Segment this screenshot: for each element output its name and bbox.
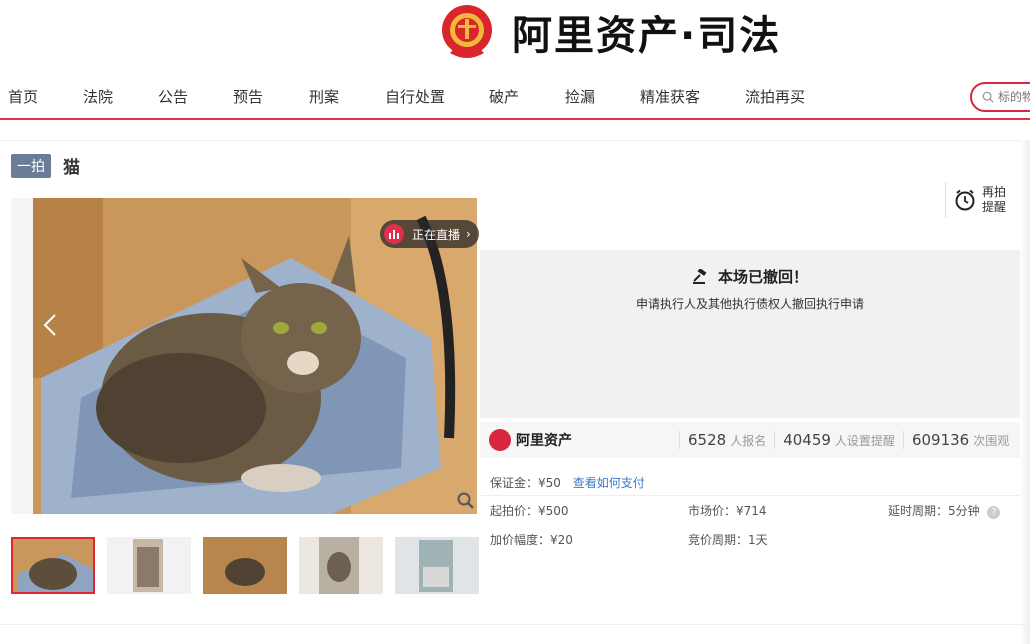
views-count: 609136 (911, 431, 970, 449)
signups-count: 6528 (688, 431, 727, 449)
thumbnail-strip (11, 537, 479, 594)
nav-item-bargain[interactable]: 捡漏 (565, 86, 595, 107)
live-icon (384, 224, 404, 244)
status-subtitle: 申请执行人及其他执行债权人撤回执行申请 (635, 297, 864, 311)
thumbnail-2[interactable] (107, 537, 191, 594)
search-box[interactable] (970, 82, 1030, 112)
alarm-clock-icon (955, 189, 975, 211)
brand-name: 阿里资产 (516, 433, 572, 449)
divider (0, 140, 1030, 141)
chevron-right-icon: › (466, 227, 471, 241)
court-emblem-icon (442, 5, 492, 58)
search-input[interactable] (998, 90, 1030, 104)
stat-signups: 6528 人报名 (679, 431, 774, 449)
market-price: 市场价：¥714 (688, 504, 767, 518)
site-logo[interactable]: 阿里资产·司法 (440, 0, 781, 64)
brand-icon (489, 429, 511, 451)
nav-item-criminal[interactable]: 刑案 (309, 86, 339, 107)
live-badge[interactable]: 正在直播 › (380, 220, 479, 248)
thumbnail-4[interactable] (299, 537, 383, 594)
delay-period: 延时周期：5分钟 (888, 504, 980, 518)
divider (480, 495, 1020, 496)
round-tag: 一拍 (11, 153, 51, 178)
zoom-icon[interactable] (457, 492, 475, 510)
search-icon (982, 91, 994, 103)
divider (0, 624, 1030, 625)
item-header: 一拍 猫 (11, 153, 80, 178)
nav-item-court[interactable]: 法院 (83, 86, 113, 107)
prev-image-button[interactable] (30, 300, 70, 350)
signups-label: 人报名 (730, 434, 767, 448)
stat-views: 609136 次围观 (902, 431, 1017, 449)
scroll-edge (1020, 140, 1030, 644)
chevron-left-icon (43, 314, 56, 336)
bid-period: 竞价周期：1天 (688, 533, 768, 547)
logo-text: 阿里资产·司法 (512, 13, 782, 59)
thumbnail-3[interactable] (203, 537, 287, 594)
item-title: 猫 (63, 158, 80, 178)
stat-reminders: 40459 人设置提醒 (774, 431, 903, 449)
start-price: 起拍价：¥500 (490, 504, 569, 518)
nav-item-home[interactable]: 首页 (8, 86, 38, 107)
reminders-count: 40459 (783, 431, 831, 449)
nav-item-rebuy[interactable]: 流拍再买 (745, 86, 805, 107)
nav-item-preview[interactable]: 预告 (233, 86, 263, 107)
deposit-value: 保证金：¥50 (490, 476, 561, 490)
nav-item-self-disposal[interactable]: 自行处置 (385, 86, 445, 107)
pay-help-link[interactable]: 查看如何支付 (573, 476, 645, 490)
remind-label: 再拍提醒 (982, 185, 1007, 214)
main-nav: 首页 法院 公告 预告 刑案 自行处置 破产 捡漏 精准获客 流拍再买 (0, 76, 1030, 120)
status-title: 本场已撤回！ (717, 268, 808, 286)
increment: 加价幅度：¥20 (490, 533, 573, 547)
deposit-row: 保证金：¥50 查看如何支付 (490, 474, 645, 491)
status-panel: 本场已撤回！ 申请执行人及其他执行债权人撤回执行申请 (480, 250, 1020, 418)
thumbnail-1[interactable] (11, 537, 95, 594)
brand-logo: 阿里资产 (489, 429, 679, 451)
delay-period-row: 延时周期：5分钟 ? (888, 502, 1001, 519)
nav-item-precise[interactable]: 精准获客 (640, 86, 700, 107)
views-label: 次围观 (973, 434, 1010, 448)
gavel-icon (692, 268, 707, 284)
nav-item-notice[interactable]: 公告 (158, 86, 188, 107)
nav-item-bankruptcy[interactable]: 破产 (489, 86, 519, 107)
remind-button[interactable]: 再拍提醒 (945, 182, 1013, 218)
reminders-label: 人设置提醒 (834, 434, 895, 448)
help-icon[interactable]: ? (987, 506, 1001, 519)
live-label: 正在直播 (412, 227, 461, 242)
stats-bar: 阿里资产 6528 人报名 40459 人设置提醒 609136 次围观 (480, 422, 1020, 458)
thumbnail-5[interactable] (395, 537, 479, 594)
